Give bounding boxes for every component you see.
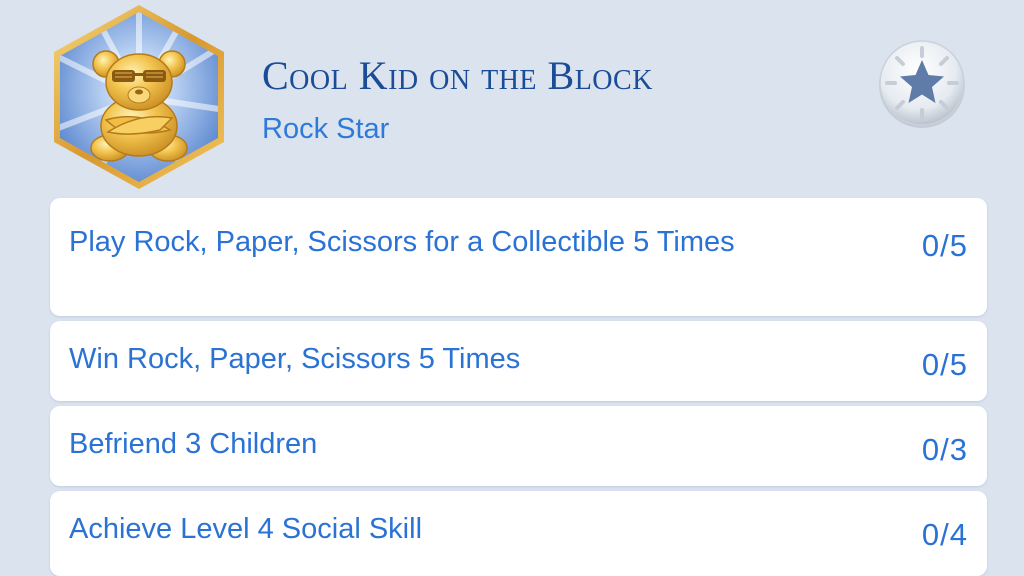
goal-row: Achieve Level 4 Social Skill 0/4	[50, 491, 987, 576]
goal-label: Play Rock, Paper, Scissors for a Collect…	[69, 226, 735, 258]
goal-row: Befriend 3 Children 0/3	[50, 406, 987, 486]
goal-label: Win Rock, Paper, Scissors 5 Times	[69, 343, 521, 375]
goal-label: Achieve Level 4 Social Skill	[69, 513, 423, 545]
goal-progress: 0/5	[921, 347, 968, 382]
goal-progress: 0/5	[921, 228, 968, 263]
achievement-category: Rock Star	[262, 113, 390, 145]
achievement-header: Cool Kid on the Block Rock Star	[0, 0, 1024, 196]
goal-row: Play Rock, Paper, Scissors for a Collect…	[50, 198, 987, 316]
achievement-title: Cool Kid on the Block	[262, 53, 653, 98]
star-icon	[879, 40, 965, 128]
goal-row: Win Rock, Paper, Scissors 5 Times 0/5	[50, 321, 987, 401]
achievement-badge	[48, 2, 230, 192]
goal-progress: 0/3	[921, 432, 968, 467]
goal-progress: 0/4	[921, 517, 968, 552]
star-button[interactable]	[876, 38, 968, 130]
goal-label: Befriend 3 Children	[69, 428, 318, 460]
